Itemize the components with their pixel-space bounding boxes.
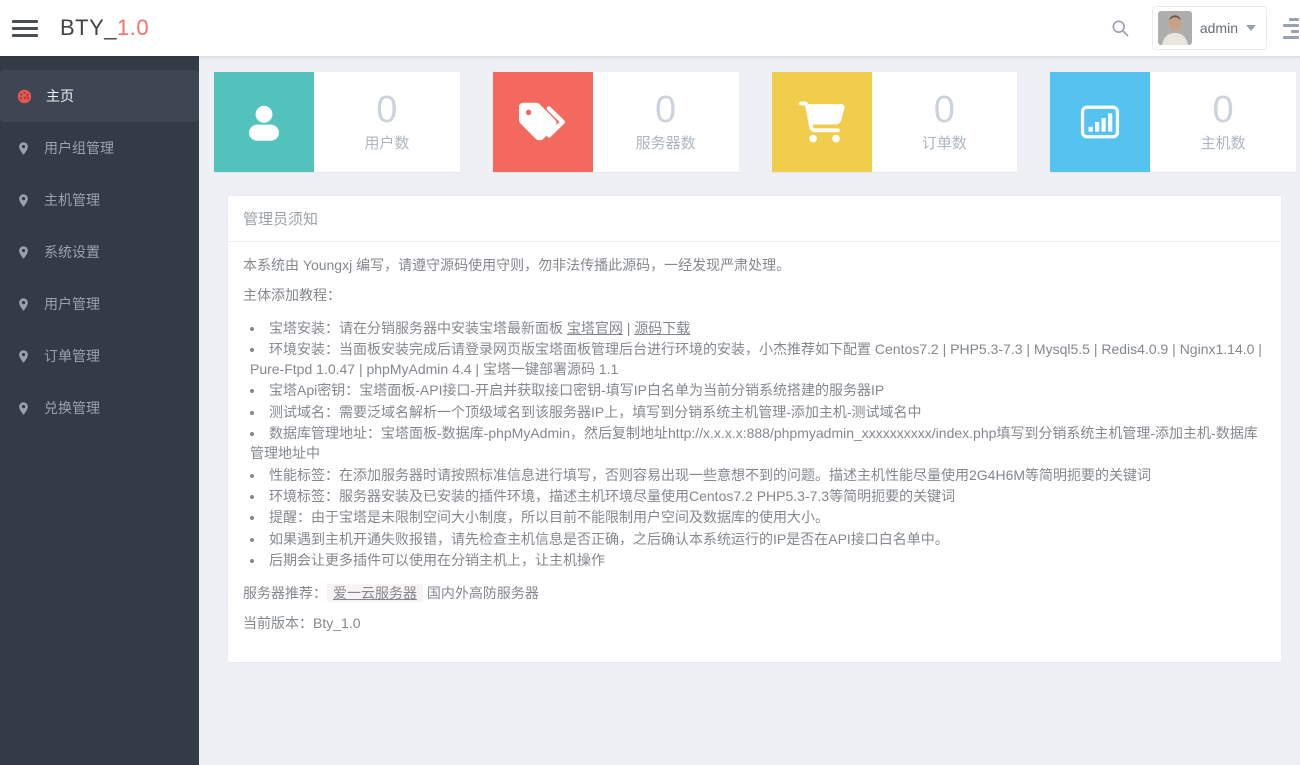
sidebar-item-orders[interactable]: 订单管理: [0, 330, 199, 382]
sidebar-item-label: 用户管理: [44, 296, 100, 312]
stat-label: 用户数: [364, 135, 410, 152]
panel-body: 本系统由 Youngxj 编写，请遵守源码使用守则，勿非法传播此源码，一经发现严…: [228, 242, 1281, 662]
stat-label: 主机数: [1200, 135, 1246, 152]
sidebar-item-hosts[interactable]: 主机管理: [0, 174, 199, 226]
stats-row: 0 用户数 0 服务器数 0 订单数 0 主机数: [214, 72, 1296, 172]
caret-down-icon: [1246, 25, 1256, 31]
list-item: 数据库管理地址：宝塔面板-数据库-phpMyAdmin，然后复制地址http:/…: [250, 423, 1266, 464]
user-name: admin: [1199, 20, 1238, 36]
list-item: 宝塔Api密钥：宝塔面板-API接口-开启并获取接口密钥-填写IP白名单为当前分…: [250, 380, 1266, 400]
version-value: Bty_1.0: [313, 615, 361, 632]
admin-notice-panel: 管理员须知 本系统由 Youngxj 编写，请遵守源码使用守则，勿非法传播此源码…: [227, 195, 1282, 663]
recommend-label: 服务器推荐：: [243, 585, 327, 602]
sidebar-item-users[interactable]: 用户管理: [0, 278, 199, 330]
bar-chart-icon: [1050, 72, 1151, 172]
list-item: 测试域名：需要泛域名解析一个顶级域名到该服务器IP上，填写到分销系统主机管理-添…: [250, 402, 1266, 422]
list-item: 环境安装：当面板安装完成后请登录网页版宝塔面板管理后台进行环境的安装，小杰推荐如…: [250, 339, 1266, 380]
list-item: 如果遇到主机开通失败报错，请先检查主机信息是否正确，之后确认本系统运行的IP是否…: [250, 529, 1266, 549]
version-line: 当前版本：Bty_1.0: [243, 613, 1266, 633]
stat-value: 0: [1212, 89, 1234, 131]
source-download-link[interactable]: 源码下载: [634, 320, 690, 336]
logo-text: BTY_: [60, 15, 118, 40]
activity-bars-icon[interactable]: [1283, 17, 1299, 39]
logo-version: 1.0: [117, 15, 150, 40]
panel-title: 管理员须知: [228, 196, 1281, 242]
hamburger-menu-icon[interactable]: [10, 14, 40, 43]
sidebar-item-label: 主机管理: [44, 192, 100, 208]
sidebar-item-user-groups[interactable]: 用户组管理: [0, 122, 199, 174]
stat-label: 服务器数: [635, 135, 696, 152]
stat-card-hosts: 0 主机数: [1050, 72, 1296, 172]
tags-icon: [492, 72, 593, 172]
stat-value: 0: [933, 89, 955, 131]
sidebar-item-exchange[interactable]: 兑换管理: [0, 382, 199, 434]
user-avatar-photo: [1157, 11, 1192, 45]
dashboard-icon: [17, 89, 32, 103]
sidebar-item-label: 用户组管理: [44, 140, 114, 156]
sidebar-item-home[interactable]: 主页: [0, 70, 199, 122]
search-icon[interactable]: [1110, 18, 1130, 38]
pin-icon: [19, 297, 28, 311]
stat-card-servers: 0 服务器数: [492, 72, 739, 172]
stat-card-orders: 0 订单数: [771, 72, 1018, 172]
pin-icon: [19, 193, 28, 207]
sidebar-item-label: 兑换管理: [44, 400, 100, 416]
stat-value: 0: [655, 89, 677, 131]
link-separator: |: [622, 319, 635, 336]
top-header: BTY_1.0 admin: [0, 0, 1300, 56]
tutorial-heading: 主体添加教程：: [243, 287, 341, 304]
sidebar-item-system-settings[interactable]: 系统设置: [0, 226, 199, 278]
intro-text: 本系统由 Youngxj 编写，请遵守源码使用守则，勿非法传播此源码，一经发现严…: [243, 257, 791, 273]
stat-card-users: 0 用户数: [214, 72, 460, 172]
stat-label: 订单数: [921, 135, 967, 152]
aiyun-server-link[interactable]: 爱一云服务器: [327, 584, 423, 603]
sidebar-item-label: 订单管理: [44, 348, 100, 364]
stat-value: 0: [376, 89, 398, 131]
pin-icon: [19, 141, 28, 155]
sidebar-item-label: 系统设置: [44, 244, 100, 260]
server-recommend-line: 服务器推荐： 爱一云服务器 国内外高防服务器: [243, 583, 1266, 603]
sidebar-item-label: 主页: [46, 88, 74, 104]
baota-official-link[interactable]: 宝塔官网: [567, 320, 623, 336]
recommend-suffix: 国内外高防服务器: [426, 585, 539, 602]
list-item: 性能标签：在添加服务器时请按照标准信息进行填写，否则容易出现一些意想不到的问题。…: [250, 465, 1266, 485]
cart-icon: [771, 72, 872, 172]
list-item: 环境标签：服务器安装及已安装的插件环境，描述主机环境尽量使用Centos7.2 …: [250, 486, 1266, 506]
main-content: 0 用户数 0 服务器数 0 订单数 0 主机数 管理员须知 本系统由 Youn…: [199, 56, 1300, 765]
user-icon: [214, 72, 314, 172]
list-item: 提醒：由于宝塔是未限制空间大小制度，所以目前不能限制用户空间及数据库的使用大小。: [250, 507, 1266, 527]
notice-text: 宝塔安装：请在分销服务器中安装宝塔最新面板: [269, 319, 567, 336]
pin-icon: [19, 245, 28, 259]
list-item: 宝塔安装：请在分销服务器中安装宝塔最新面板 宝塔官网 | 源码下载: [250, 318, 1266, 338]
user-menu[interactable]: admin: [1151, 6, 1267, 50]
app-logo: BTY_1.0: [60, 15, 149, 41]
pin-icon: [19, 401, 28, 415]
sidebar-nav: 主页 用户组管理 主机管理 系统设置 用户管理 订单管理 兑换管理: [0, 56, 199, 765]
pin-icon: [19, 349, 28, 363]
version-label: 当前版本：: [243, 615, 313, 632]
notice-list: 宝塔安装：请在分销服务器中安装宝塔最新面板 宝塔官网 | 源码下载 环境安装：当…: [243, 318, 1266, 571]
list-item: 后期会让更多插件可以使用在分销主机上，让主机操作: [250, 550, 1266, 570]
